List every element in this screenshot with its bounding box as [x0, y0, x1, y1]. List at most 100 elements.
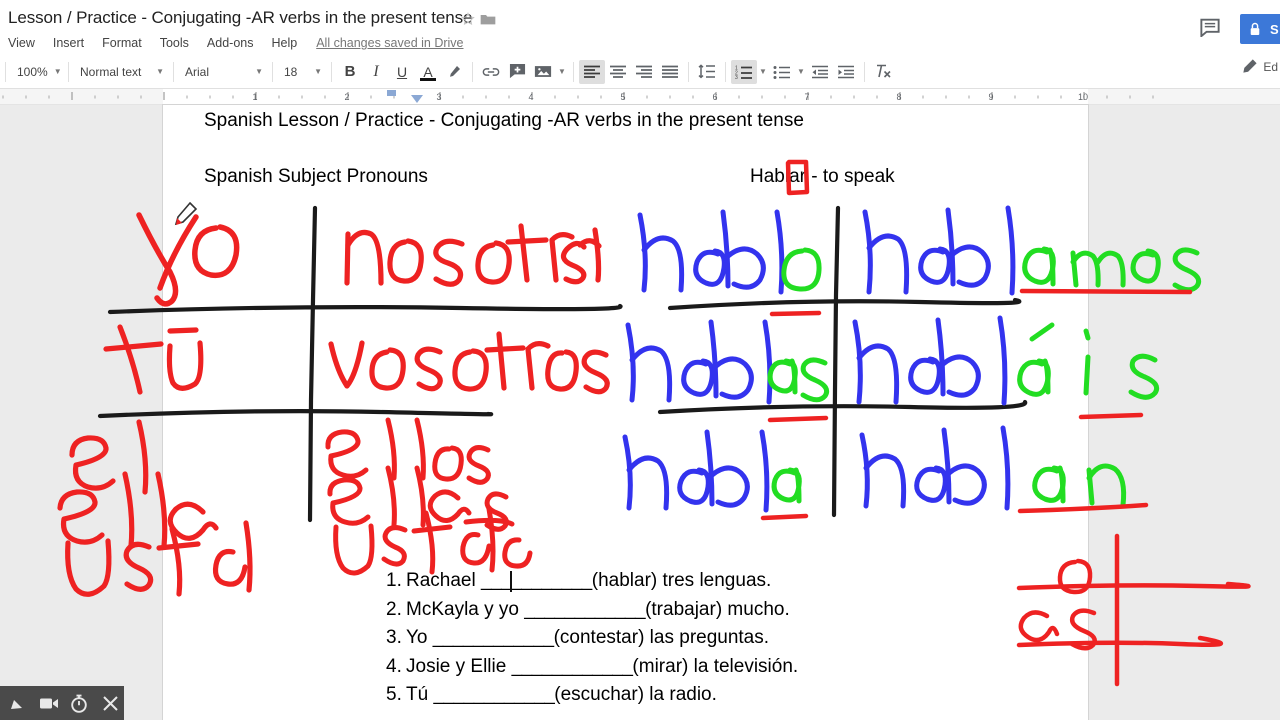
exercise-before: Rachael	[406, 570, 481, 591]
close-icon	[102, 695, 118, 711]
exercise-number: 4.	[386, 655, 402, 677]
pencil-icon	[1243, 59, 1257, 73]
menu-item-view[interactable]: View	[0, 36, 44, 50]
exercise-before: Tú	[406, 684, 434, 705]
exercise-blank: ____________	[433, 684, 555, 705]
align-justify-icon	[662, 65, 678, 78]
exercise-item[interactable]: 2. McKayla y yo ____________(trabajar) mu…	[386, 596, 798, 625]
toolbar-divider	[272, 61, 273, 82]
pen-tool-button[interactable]	[4, 689, 32, 717]
ruler-number: 4	[528, 92, 533, 102]
menu-item-addons[interactable]: Add-ons	[198, 36, 263, 50]
menu-item-help[interactable]: Help	[262, 36, 306, 50]
left-indent-marker[interactable]	[411, 95, 423, 103]
exercise-item[interactable]: 5. Tú ____________(escuchar) la radio.	[386, 681, 798, 710]
ruler-number: 3	[436, 92, 441, 102]
link-icon	[482, 67, 500, 76]
chevron-down-icon: ▼	[314, 67, 322, 76]
exercise-after: (contestar) las preguntas.	[553, 627, 770, 648]
numbered-list-button[interactable]: 1 2 3	[731, 59, 757, 84]
ruler-ticks: 1 2 3 4 5 6 7 8 9 10	[2, 92, 1154, 102]
increase-indent-button[interactable]	[833, 60, 859, 84]
menu-item-format[interactable]: Format	[93, 36, 151, 50]
decrease-indent-button[interactable]	[807, 60, 833, 84]
numbered-list-caret[interactable]: ▼	[757, 60, 769, 84]
save-status-label[interactable]: All changes saved in Drive	[316, 36, 463, 50]
font-family-value: Arial	[185, 64, 210, 79]
text-color-button[interactable]: A	[415, 60, 441, 84]
pronouns-header: Spanish Subject Pronouns	[204, 166, 428, 187]
font-family-select[interactable]: Arial ▼	[179, 60, 267, 84]
highlight-button[interactable]	[441, 60, 467, 84]
document-canvas: Spanish Lesson / Practice - Conjugating …	[0, 105, 1280, 720]
folder-icon[interactable]	[480, 12, 496, 26]
ruler[interactable]: 1 2 3 4 5 6 7 8 9 10	[0, 89, 1280, 105]
exercise-number: 2.	[386, 598, 402, 620]
toolbar-divider	[68, 61, 69, 82]
toolbar-divider	[688, 61, 689, 82]
image-options-caret[interactable]: ▼	[556, 60, 568, 84]
exercise-blank: ___________	[481, 570, 592, 591]
clear-formatting-button[interactable]	[870, 60, 896, 84]
numbered-list-icon: 1 2 3	[735, 65, 752, 79]
google-docs-window: Lesson / Practice - Conjugating -AR verb…	[0, 0, 1280, 720]
lock-icon	[1250, 22, 1260, 35]
bulleted-list-caret[interactable]: ▼	[795, 60, 807, 84]
add-comment-icon	[509, 63, 525, 79]
insert-link-button[interactable]	[478, 60, 504, 84]
document-heading: Spanish Lesson / Practice - Conjugating …	[204, 110, 804, 131]
first-line-indent-marker[interactable]	[387, 90, 396, 96]
exercise-item[interactable]: 4. Josie y Ellie ____________(mirar) la t…	[386, 653, 798, 682]
underline-button[interactable]: U	[389, 60, 415, 84]
pen-icon	[10, 700, 22, 709]
image-icon	[534, 66, 552, 77]
timer-button[interactable]	[66, 689, 94, 717]
verb-header: Hablar - to speak	[750, 166, 895, 187]
increase-indent-icon	[838, 65, 854, 78]
share-button[interactable]: SHARE	[1240, 14, 1280, 44]
close-button[interactable]	[96, 689, 124, 717]
ruler-number: 9	[988, 92, 993, 102]
exercise-item[interactable]: 3. Yo ____________(contestar) las pregunt…	[386, 624, 798, 653]
menu-item-tools[interactable]: Tools	[151, 36, 198, 50]
exercise-blank: ____________	[511, 655, 633, 677]
toolbar-divider	[864, 61, 865, 82]
formatting-toolbar: 100% ▼ Normal text ▼ Arial ▼ 18 ▼ B I U …	[0, 55, 1280, 89]
align-right-button[interactable]	[631, 60, 657, 84]
bulleted-list-button[interactable]	[769, 60, 795, 84]
exercise-blank: ____________	[524, 598, 646, 620]
menu-item-insert[interactable]: Insert	[44, 36, 93, 50]
camera-button[interactable]	[35, 689, 63, 717]
text-cursor	[510, 571, 512, 592]
align-justify-button[interactable]	[657, 60, 683, 84]
star-outline-icon[interactable]	[460, 11, 476, 27]
font-size-select[interactable]: 18 ▼	[278, 60, 326, 84]
ruler-number: 1	[252, 92, 257, 102]
exercise-item[interactable]: 1. Rachael ___________(hablar) tres lengu…	[386, 567, 798, 596]
bold-button[interactable]: B	[337, 60, 363, 84]
line-spacing-button[interactable]	[694, 60, 720, 84]
comment-icon[interactable]	[1199, 18, 1221, 37]
paragraph-style-select[interactable]: Normal text ▼	[74, 60, 168, 84]
italic-button[interactable]: I	[363, 60, 389, 84]
decrease-indent-icon	[812, 65, 828, 78]
zoom-select[interactable]: 100% ▼	[11, 60, 63, 84]
clear-formatting-icon	[877, 64, 891, 78]
toolbar-divider	[331, 61, 332, 82]
insert-image-button[interactable]	[530, 60, 556, 84]
ruler-number: 7	[804, 92, 809, 102]
text-color-swatch	[420, 77, 436, 81]
ruler-number: 2	[344, 92, 349, 102]
align-left-button[interactable]	[579, 59, 605, 84]
document-page[interactable]: Spanish Lesson / Practice - Conjugating …	[163, 105, 1088, 720]
exercise-number: 3.	[386, 627, 402, 648]
toolbar-divider	[5, 61, 6, 82]
document-title[interactable]: Lesson / Practice - Conjugating -AR verb…	[8, 8, 472, 28]
editing-mode-control[interactable]: Ed	[1241, 58, 1278, 75]
align-center-button[interactable]	[605, 60, 631, 84]
exercise-after: (escuchar) la radio.	[554, 684, 717, 705]
add-comment-button[interactable]	[504, 60, 530, 84]
align-left-icon	[584, 65, 600, 78]
line-spacing-icon	[698, 64, 715, 79]
toolbar-divider	[725, 61, 726, 82]
